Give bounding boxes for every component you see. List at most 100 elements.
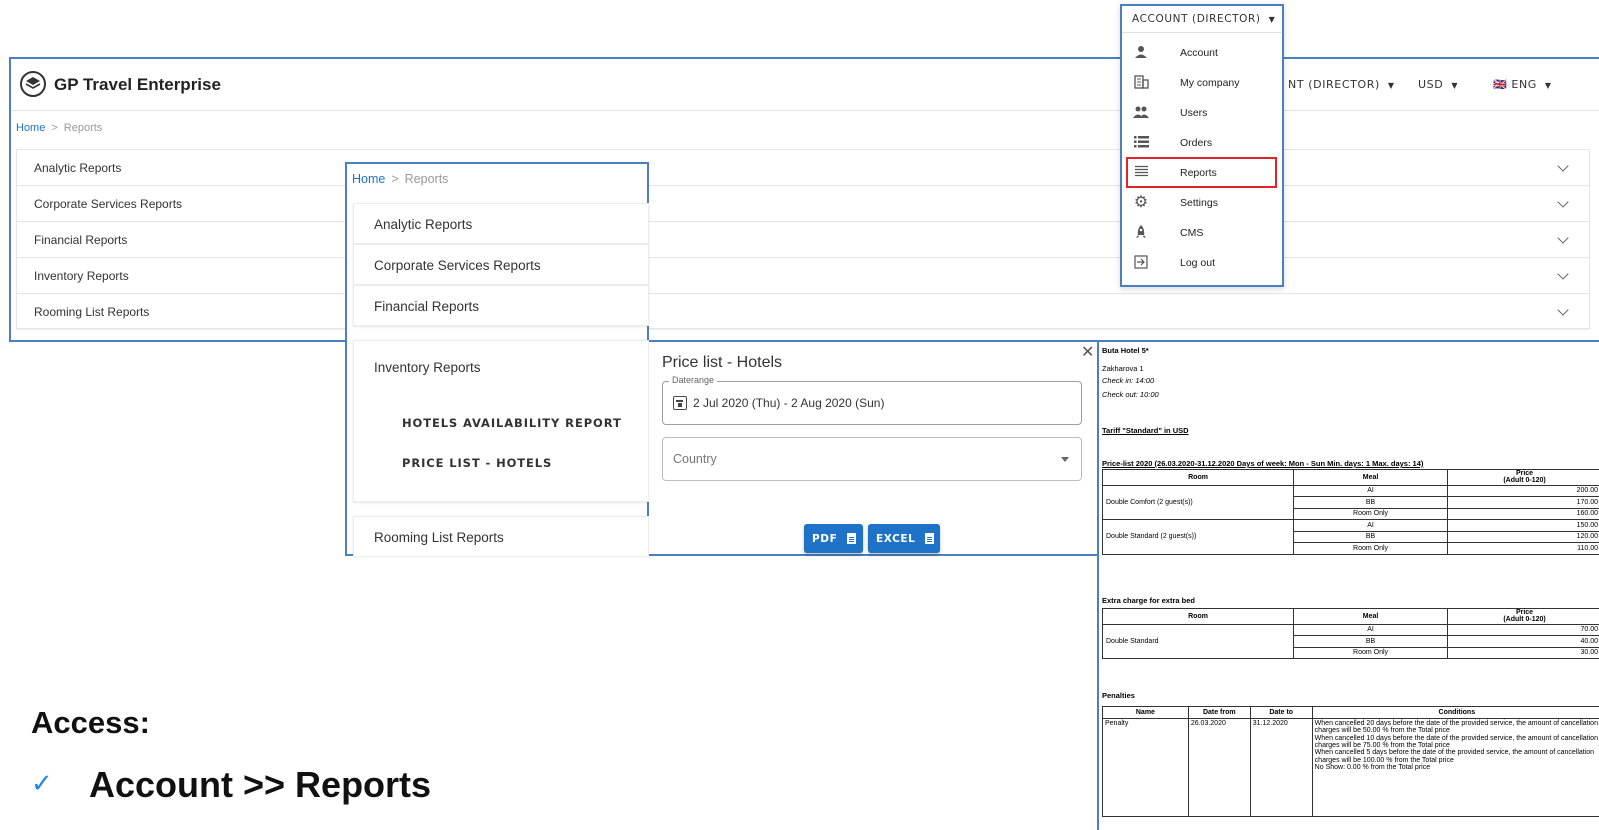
country-select[interactable]: Country	[662, 437, 1082, 481]
currency-selector[interactable]: USD ▼	[1418, 78, 1458, 91]
breadcrumb-current: Reports	[404, 172, 449, 186]
rocket-icon	[1132, 225, 1150, 241]
meal-cell: AI	[1293, 623, 1449, 637]
menu-item-label: My company	[1180, 77, 1240, 89]
menu-item-label: Account	[1180, 47, 1218, 59]
caret-down-icon: ▼	[1387, 81, 1395, 90]
meal-cell: BB	[1293, 635, 1449, 648]
language-selector[interactable]: 🇬🇧 ENG ▼	[1493, 78, 1552, 91]
menu-item-cms[interactable]: CMS	[1124, 218, 1280, 248]
excel-button[interactable]: EXCEL	[868, 524, 940, 553]
meal-cell: BB	[1293, 530, 1449, 544]
pdf-button-label: PDF	[812, 532, 838, 545]
col-conditions: Conditions	[1311, 706, 1599, 719]
report-row-label: Rooming List Reports	[34, 305, 150, 319]
logout-icon	[1132, 255, 1150, 271]
report-row-rooming[interactable]: Rooming List Reports	[16, 293, 1590, 329]
menu-item-users[interactable]: Users	[1124, 98, 1280, 128]
users-icon	[1132, 105, 1150, 121]
chevron-down-icon	[1557, 160, 1569, 172]
price-cell: 170.00	[1447, 496, 1599, 509]
account-dropdown: ACCOUNT (DIRECTOR) ▼ Account My company U…	[1120, 4, 1284, 287]
table-row: Double Comfort (2 guest(s)) AI 200.00	[1101, 484, 1599, 521]
breadcrumb: Home > Reports	[352, 172, 448, 186]
price-cell: 110.00	[1447, 542, 1599, 555]
report-row-label: Corporate Services Reports	[34, 197, 183, 211]
menu-item-label: Log out	[1180, 257, 1216, 269]
menu-item-orders[interactable]: Orders	[1124, 128, 1280, 158]
report-row-financial[interactable]: Financial Reports	[353, 285, 649, 326]
daterange-label: Daterange	[669, 375, 718, 385]
menu-item-logout[interactable]: Log out	[1124, 248, 1280, 278]
gear-icon: ⚙	[1133, 194, 1149, 211]
price-list-form: ✕ Price list - Hotels Daterange 2 Jul 20…	[649, 340, 1099, 556]
price-cell: 30.00	[1447, 646, 1599, 660]
checkout-time: Check out: 10:00	[1102, 390, 1159, 399]
report-row-inventory-expanded[interactable]: Inventory Reports HOTELS AVAILABILITY RE…	[353, 340, 649, 502]
report-row-analytic[interactable]: Analytic Reports	[353, 203, 649, 244]
report-row-inventory[interactable]: Inventory Reports	[16, 257, 1590, 293]
menu-item-settings[interactable]: ⚙ Settings	[1124, 188, 1280, 218]
list-icon	[1132, 135, 1150, 151]
pricelist-title: Price-list 2020 (26.03.2020-31.12.2020 D…	[1102, 459, 1424, 468]
flag-icon: 🇬🇧	[1493, 78, 1508, 91]
language-label: ENG	[1511, 78, 1537, 91]
report-row-label: Corporate Services Reports	[374, 258, 541, 273]
col-price: Price (Adult 0-120)	[1447, 469, 1599, 486]
penalty-name-cell: Penalty	[1102, 718, 1189, 817]
menu-item-account[interactable]: Account	[1124, 38, 1280, 68]
penalty-conditions-cell: When cancelled 20 days before the date o…	[1311, 718, 1599, 817]
extra-bed-table: Room Meal Price (Adult 0-120) Double Standa…	[1101, 608, 1599, 660]
room-cell: Double Comfort (2 guest(s))	[1101, 484, 1295, 521]
currency-label: USD	[1418, 78, 1444, 91]
reports-zoom-panel: Home > Reports Analytic Reports Corporate …	[345, 162, 649, 556]
report-row-corporate[interactable]: Corporate Services Reports	[16, 185, 1590, 221]
col-meal: Meal	[1293, 608, 1449, 625]
account-dropdown-title[interactable]: ACCOUNT (DIRECTOR) ▼	[1122, 6, 1282, 33]
hotels-availability-report-link[interactable]: HOTELS AVAILABILITY REPORT	[402, 416, 622, 430]
top-header: GP Travel Enterprise NT (DIRECTOR) ▼ USD ▼…	[11, 59, 1599, 111]
report-row-label: Rooming List Reports	[374, 530, 504, 545]
report-row-corporate[interactable]: Corporate Services Reports	[353, 244, 649, 285]
logo-icon[interactable]	[20, 71, 46, 97]
price-list-document: Buta Hotel 5* Zakharova 1 Check in: 14:0…	[1097, 340, 1599, 830]
daterange-value: 2 Jul 2020 (Thu) - 2 Aug 2020 (Sun)	[693, 396, 885, 410]
report-row-rooming[interactable]: Rooming List Reports	[353, 516, 649, 556]
breadcrumb-home-link[interactable]: Home	[16, 122, 45, 134]
account-dropdown-label: ACCOUNT (DIRECTOR)	[1132, 13, 1261, 25]
table-row: Double Standard (2 guest(s)) AI 150.00	[1101, 519, 1599, 555]
menu-item-label: CMS	[1180, 227, 1204, 239]
price-table: Room Meal Price (Adult 0-120) Double Comfor…	[1101, 469, 1599, 555]
caret-down-icon	[1061, 457, 1069, 462]
report-row-financial[interactable]: Financial Reports	[16, 221, 1590, 257]
chevron-down-icon	[1557, 196, 1569, 208]
breadcrumb: Home > Reports	[16, 122, 102, 134]
condition-line: No Show: 0.00 % from the Total price	[1314, 764, 1431, 772]
breadcrumb-separator: >	[51, 122, 58, 134]
penalties-table: Name Date from Date to Conditions Penalty 2…	[1102, 706, 1599, 817]
pdf-button[interactable]: PDF	[804, 524, 863, 553]
document-icon	[847, 533, 857, 544]
daterange-field[interactable]: Daterange 2 Jul 2020 (Thu) - 2 Aug 2020 …	[662, 375, 1082, 425]
menu-item-my-company[interactable]: My company	[1124, 68, 1280, 98]
col-room: Room	[1101, 469, 1295, 486]
account-menu-button[interactable]: NT (DIRECTOR) ▼	[1288, 78, 1395, 91]
col-meal: Meal	[1293, 469, 1449, 486]
close-icon[interactable]: ✕	[1081, 342, 1094, 362]
app-title[interactable]: GP Travel Enterprise	[54, 75, 221, 95]
hotel-address: Zakharova 1	[1102, 364, 1144, 373]
room-cell: Double Standard (2 guest(s))	[1101, 519, 1295, 555]
price-list-hotels-link[interactable]: PRICE LIST - HOTELS	[402, 456, 552, 470]
report-row-analytic[interactable]: Analytic Reports	[16, 149, 1590, 185]
price-cell: 120.00	[1447, 530, 1599, 544]
condition-line: When cancelled 10 days before the date o…	[1314, 734, 1598, 750]
col-price: Price (Adult 0-120)	[1447, 608, 1599, 625]
checkmark-icon: ✓	[31, 768, 53, 798]
col-date-to: Date to	[1249, 706, 1313, 719]
meal-cell: BB	[1293, 496, 1449, 509]
breadcrumb-home-link[interactable]: Home	[352, 172, 385, 186]
main-panel: GP Travel Enterprise NT (DIRECTOR) ▼ USD ▼…	[9, 57, 1599, 342]
tariff-title: Tariff "Standard" in USD	[1102, 426, 1189, 435]
report-row-label: Financial Reports	[34, 233, 128, 247]
report-row-label: Inventory Reports	[374, 360, 481, 375]
